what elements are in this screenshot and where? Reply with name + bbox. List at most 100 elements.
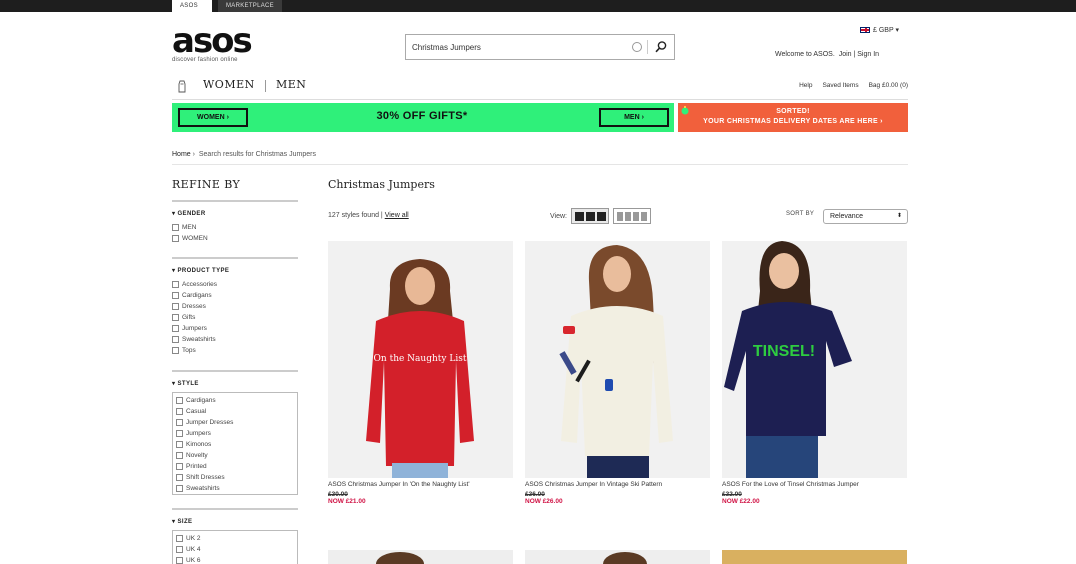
facet-option[interactable]: Printed bbox=[176, 461, 294, 472]
facet-option[interactable]: Accessories bbox=[172, 279, 298, 290]
checkbox[interactable] bbox=[176, 557, 183, 564]
product-image[interactable]: On the Naughty List bbox=[328, 241, 513, 478]
sign-in-link[interactable]: Sign In bbox=[857, 51, 879, 58]
product-card[interactable]: ASOS Christmas Jumper In Vintage Ski Pat… bbox=[525, 241, 710, 505]
search-icon[interactable] bbox=[654, 40, 668, 54]
facet-option[interactable]: UK 2 bbox=[176, 533, 294, 544]
facet-option[interactable]: UK 4 bbox=[176, 544, 294, 555]
saved-items-link[interactable]: Saved Items bbox=[822, 82, 858, 89]
grid-cell-icon bbox=[633, 211, 639, 221]
product-card-partial[interactable] bbox=[722, 550, 907, 564]
search-input[interactable] bbox=[406, 35, 634, 59]
facet-option[interactable]: UK 6 bbox=[176, 555, 294, 564]
checkbox[interactable] bbox=[176, 535, 183, 542]
product-image[interactable]: TINSEL! bbox=[722, 241, 907, 478]
checkbox[interactable] bbox=[176, 397, 183, 404]
nav-right: Help Saved Items Bag £0.00 (0) bbox=[799, 82, 908, 89]
facet-gender-title[interactable]: ▾ GENDER bbox=[172, 210, 298, 217]
checkbox[interactable] bbox=[176, 419, 183, 426]
nav-women[interactable]: WOMEN bbox=[203, 78, 255, 91]
checkbox[interactable] bbox=[172, 224, 179, 231]
product-card-partial[interactable] bbox=[328, 550, 513, 564]
sweater-print: On the Naughty List bbox=[374, 354, 467, 364]
nav-men[interactable]: MEN bbox=[276, 78, 306, 91]
results-count: 127 styles found | View all bbox=[328, 212, 409, 219]
checkbox[interactable] bbox=[176, 474, 183, 481]
facet-option[interactable]: Tops bbox=[172, 345, 298, 356]
facet-option[interactable]: Cardigans bbox=[172, 290, 298, 301]
breadcrumb-home[interactable]: Home bbox=[172, 151, 191, 158]
checkbox[interactable] bbox=[172, 235, 179, 242]
checkbox[interactable] bbox=[172, 347, 179, 354]
facet-option[interactable]: Casual bbox=[176, 406, 294, 417]
promo-men-button[interactable]: MEN › bbox=[599, 108, 669, 127]
checkbox[interactable] bbox=[172, 314, 179, 321]
checkbox[interactable] bbox=[176, 485, 183, 492]
facet-option[interactable]: Shift Dresses bbox=[176, 472, 294, 483]
bag-link[interactable]: Bag £0.00 (0) bbox=[869, 82, 908, 89]
product-card[interactable]: On the Naughty List ASOS Christmas Jumpe… bbox=[328, 241, 513, 505]
product-name[interactable]: ASOS Christmas Jumper In 'On the Naughty… bbox=[328, 481, 513, 489]
view-3-column-button[interactable] bbox=[571, 208, 609, 224]
checkbox[interactable] bbox=[172, 336, 179, 343]
option-label: Casual bbox=[186, 408, 207, 415]
checkbox[interactable] bbox=[176, 452, 183, 459]
product-card[interactable]: TINSEL! ASOS For the Love of Tinsel Chri… bbox=[722, 241, 907, 505]
facet-option[interactable]: Jumpers bbox=[176, 428, 294, 439]
facet-option[interactable]: Novelty bbox=[176, 450, 294, 461]
join-link[interactable]: Join bbox=[839, 51, 852, 58]
facet-option[interactable]: WOMEN bbox=[172, 233, 298, 244]
facet-bar bbox=[172, 508, 298, 510]
view-4-column-button[interactable] bbox=[613, 208, 651, 224]
facet-size-scrollbox[interactable]: UK 2 UK 4 UK 6 bbox=[172, 530, 298, 564]
facet-style-title[interactable]: ▾ STYLE bbox=[172, 380, 298, 387]
facet-style: ▾ STYLE Cardigans Casual Jumper Dresses … bbox=[172, 370, 298, 495]
facet-option[interactable]: Sweatshirts bbox=[172, 334, 298, 345]
promo-women-button[interactable]: WOMEN › bbox=[178, 108, 248, 127]
facet-style-scrollbox[interactable]: Cardigans Casual Jumper Dresses Jumpers … bbox=[172, 392, 298, 495]
checkbox[interactable] bbox=[176, 463, 183, 470]
clear-search-icon[interactable] bbox=[632, 42, 642, 52]
checkbox[interactable] bbox=[172, 303, 179, 310]
promo-banner-gifts[interactable]: WOMEN › 30% OFF GIFTS* MEN › bbox=[172, 103, 674, 132]
facet-option[interactable]: Kimonos bbox=[176, 439, 294, 450]
asos-logo[interactable]: asos discover fashion online bbox=[172, 21, 268, 64]
logo-wordmark: asos bbox=[172, 21, 253, 61]
delivery-line-2: YOUR CHRISTMAS DELIVERY DATES ARE HERE › bbox=[703, 118, 883, 125]
facet-option[interactable]: Dresses bbox=[172, 301, 298, 312]
facet-option[interactable]: Jumper Dresses bbox=[176, 417, 294, 428]
grid-cell-icon bbox=[596, 211, 606, 221]
sort-select[interactable]: Relevance ⬍ bbox=[823, 209, 908, 224]
facet-size-title[interactable]: ▾ SIZE bbox=[172, 518, 298, 525]
facet-option[interactable]: MEN bbox=[172, 222, 298, 233]
checkbox[interactable] bbox=[176, 546, 183, 553]
tab-asos[interactable]: ASOS bbox=[172, 0, 212, 12]
view-all-link[interactable]: View all bbox=[385, 212, 409, 219]
currency-selector[interactable]: £ GBP ▾ bbox=[860, 26, 899, 34]
checkbox[interactable] bbox=[176, 441, 183, 448]
checkbox[interactable] bbox=[176, 430, 183, 437]
checkbox[interactable] bbox=[176, 408, 183, 415]
tab-marketplace[interactable]: MARKETPLACE bbox=[218, 0, 282, 12]
checkbox[interactable] bbox=[172, 292, 179, 299]
facet-option[interactable]: Sweatshirts bbox=[176, 483, 294, 494]
facet-option[interactable]: Gifts bbox=[172, 312, 298, 323]
product-was-price: £30.00 bbox=[328, 491, 348, 498]
promo-banner-delivery[interactable]: SORTED! YOUR CHRISTMAS DELIVERY DATES AR… bbox=[678, 103, 908, 132]
home-icon[interactable] bbox=[177, 80, 187, 93]
option-label: Cardigans bbox=[182, 292, 212, 299]
product-card-partial[interactable] bbox=[525, 550, 710, 564]
currency-label: £ GBP ▾ bbox=[873, 27, 899, 34]
product-name[interactable]: ASOS For the Love of Tinsel Christmas Ju… bbox=[722, 481, 907, 489]
facet-product-type-title[interactable]: ▾ PRODUCT TYPE bbox=[172, 267, 298, 274]
sort-label: SORT BY bbox=[786, 211, 815, 217]
checkbox[interactable] bbox=[172, 325, 179, 332]
product-name[interactable]: ASOS Christmas Jumper In Vintage Ski Pat… bbox=[525, 481, 710, 489]
facet-option[interactable]: Cardigans bbox=[176, 395, 294, 406]
product-image[interactable] bbox=[525, 241, 710, 478]
checkbox[interactable] bbox=[172, 281, 179, 288]
option-label: Jumpers bbox=[182, 325, 207, 332]
breadcrumb-separator-line bbox=[172, 164, 908, 165]
help-link[interactable]: Help bbox=[799, 82, 812, 89]
facet-option[interactable]: Jumpers bbox=[172, 323, 298, 334]
